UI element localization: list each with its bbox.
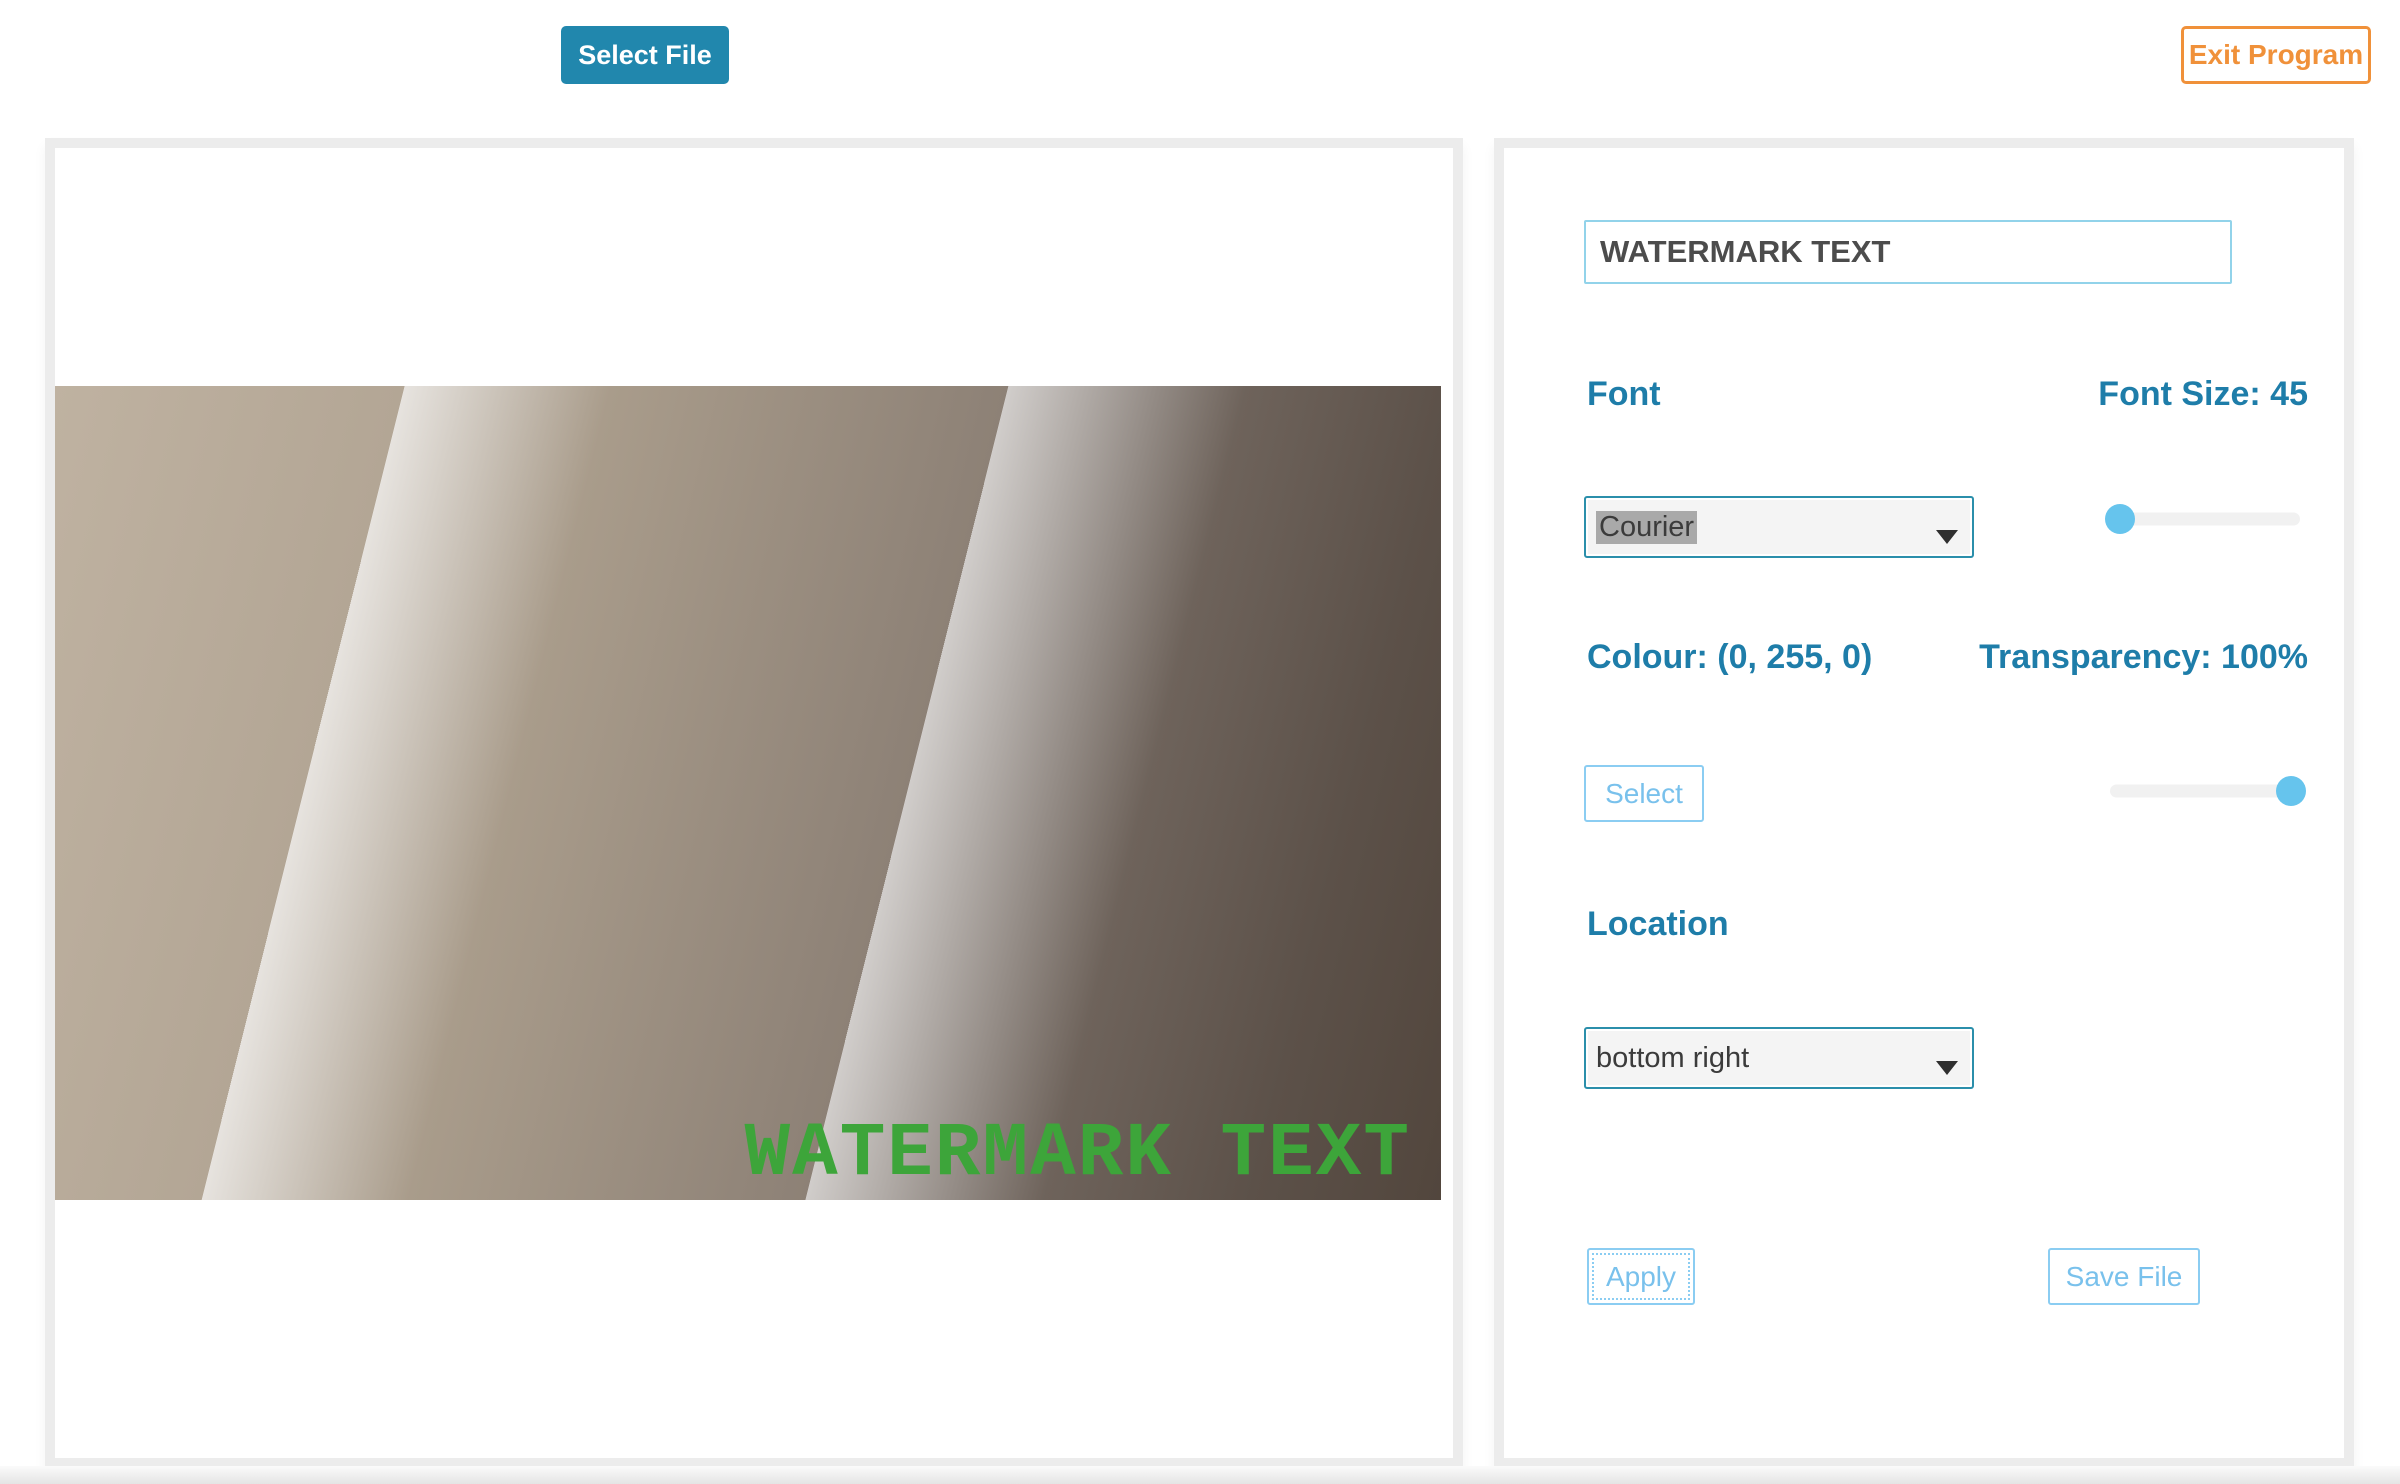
location-select-value: bottom right [1596,1042,1749,1075]
bottom-shadow-strip [0,1466,2400,1484]
chevron-down-icon [1936,530,1958,544]
slider-thumb[interactable] [2276,776,2306,806]
location-select[interactable]: bottom right [1584,1027,1974,1089]
chevron-down-icon [1936,1061,1958,1075]
slider-track[interactable] [2110,785,2300,798]
exit-program-button[interactable]: Exit Program [2181,26,2371,84]
font-size-label: Font Size: 45 [2098,375,2308,414]
watermark-overlay-text: WATERMARK TEXT [744,1116,1411,1192]
font-select-value: Courier [1596,511,1697,544]
save-file-button[interactable]: Save File [2048,1248,2200,1305]
apply-button[interactable]: Apply [1587,1248,1695,1305]
transparency-slider[interactable] [2110,776,2300,806]
image-preview-panel: WATERMARK TEXT [45,138,1463,1468]
slider-thumb[interactable] [2105,504,2135,534]
font-select[interactable]: Courier [1584,496,1974,558]
location-label: Location [1587,905,1729,944]
transparency-label: Transparency: 100% [1979,638,2308,677]
preview-image: WATERMARK TEXT [55,386,1441,1200]
slider-track[interactable] [2110,513,2300,526]
colour-label: Colour: (0, 255, 0) [1587,638,1872,677]
controls-panel: Font Font Size: 45 Courier Colour: (0, 2… [1494,138,2354,1468]
font-size-slider[interactable] [2110,504,2300,534]
select-file-button[interactable]: Select File [561,26,729,84]
font-label: Font [1587,375,1661,414]
watermark-text-input[interactable] [1584,220,2232,284]
colour-select-button[interactable]: Select [1584,765,1704,822]
